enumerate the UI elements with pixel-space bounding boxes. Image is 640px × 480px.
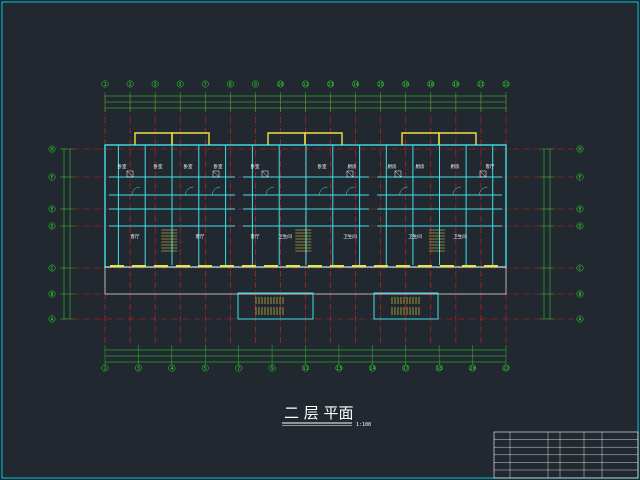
room-label: 客厅 bbox=[196, 233, 205, 240]
axis-bubble-left: A bbox=[50, 317, 53, 323]
axis-bubble-left: E bbox=[50, 207, 53, 213]
drawing-title: 二 层 平面 1:100 bbox=[282, 404, 371, 428]
axis-bubble-top: 15 bbox=[378, 82, 384, 88]
axis-bubble-top: 11 bbox=[302, 82, 308, 88]
room-label: 卫生间 bbox=[343, 233, 357, 240]
room-label: 厨房 bbox=[348, 163, 357, 170]
door-swing bbox=[319, 186, 328, 196]
room-label: 卧室 bbox=[184, 163, 193, 170]
axis-bubble-bottom: 18 bbox=[436, 366, 442, 372]
axis-bubble-top: 16 bbox=[403, 82, 409, 88]
axis-bubble-top: 9 bbox=[254, 82, 257, 88]
axis-bubble-top: 21 bbox=[478, 82, 484, 88]
door-swing bbox=[131, 186, 140, 196]
floor-plan: 卧室 卧室 卧室 卧室 卧室 卧室 厨房 厨房 厨房 厨房 客厅客厅 客厅 客厅 卫生间 卫生间 卫生间 卫生间 bbox=[104, 132, 507, 320]
room-label: 客厅 bbox=[486, 163, 495, 170]
room-label: 卫生间 bbox=[278, 233, 292, 240]
axis-bubble-left: H bbox=[50, 147, 53, 153]
axis-bubble-left: F bbox=[50, 175, 53, 181]
title-block bbox=[493, 431, 639, 479]
title-block-frame bbox=[493, 431, 639, 479]
room-label: 客厅 bbox=[251, 233, 260, 240]
axis-bubble-left: D bbox=[50, 224, 53, 230]
axis-bubble-bottom: 1 bbox=[103, 366, 106, 372]
axis-bubble-bottom: 17 bbox=[403, 366, 409, 372]
axis-bubble-top: 10 bbox=[277, 82, 283, 88]
door-swing bbox=[345, 186, 355, 196]
axis-bubble-right: H bbox=[578, 147, 581, 153]
axis-bubble-top: 7 bbox=[204, 82, 207, 88]
axis-bubble-top: 1 bbox=[103, 82, 106, 88]
axis-bubble-right: F bbox=[578, 175, 581, 181]
room-label: 厨房 bbox=[416, 163, 425, 170]
door-swing bbox=[399, 186, 408, 196]
cad-drawing-sheet: 卧室 卧室 卧室 卧室 卧室 卧室 厨房 厨房 厨房 厨房 客厅 客厅 客厅 客厅 卫生间 卫生间 卫生间 卫生间… bbox=[0, 0, 640, 480]
axis-bubble-bottom: 13 bbox=[336, 366, 342, 372]
door-swing bbox=[479, 186, 488, 196]
room-label: 厨房 bbox=[388, 163, 397, 170]
axis-bubble-left: B bbox=[50, 292, 53, 298]
axis-bubble-bottom: 7 bbox=[237, 366, 240, 372]
drawing-title-text: 二 层 平面 bbox=[284, 404, 354, 422]
axis-bubble-right: D bbox=[578, 224, 581, 230]
door-swing bbox=[211, 186, 221, 196]
axis-bubble-top: 5 bbox=[179, 82, 182, 88]
axis-bubble-right: C bbox=[578, 266, 581, 272]
drawing-scale: 1:100 bbox=[356, 422, 371, 428]
balcony bbox=[401, 132, 440, 145]
fixture bbox=[394, 170, 402, 178]
axis-bubble-right: E bbox=[578, 207, 581, 213]
axis-bubble-bottom: 22 bbox=[503, 366, 509, 372]
axis-bubble-bottom: 5 bbox=[204, 366, 207, 372]
axis-bubble-bottom: 14 bbox=[369, 366, 375, 372]
axis-bubble-top: 2 bbox=[129, 82, 132, 88]
fixture bbox=[346, 170, 354, 178]
room-label: 卧室 bbox=[318, 163, 327, 170]
balcony bbox=[134, 132, 173, 145]
balcony bbox=[171, 132, 210, 145]
door-swing bbox=[265, 186, 274, 196]
axis-bubble-top: 13 bbox=[328, 82, 334, 88]
balcony bbox=[267, 132, 306, 145]
axis-bubble-bottom: 20 bbox=[470, 366, 476, 372]
balcony bbox=[438, 132, 477, 145]
axis-bubble-right: A bbox=[578, 317, 581, 323]
axis-bubble-top: 22 bbox=[503, 82, 509, 88]
axis-bubble-top: 14 bbox=[353, 82, 359, 88]
room-label: 卫生间 bbox=[408, 233, 422, 240]
room-label: 卧室 bbox=[251, 163, 260, 170]
room-label: 厨房 bbox=[451, 163, 460, 170]
axis-bubble-bottom: 3 bbox=[137, 366, 140, 372]
axis-bubble-top: 8 bbox=[229, 82, 232, 88]
room-label: 客厅 bbox=[131, 233, 140, 240]
axis-bubble-left: C bbox=[50, 266, 53, 272]
fixture bbox=[212, 170, 220, 178]
fixture bbox=[261, 170, 269, 178]
room-label: 卧室 bbox=[118, 163, 127, 170]
axis-bubble-right: B bbox=[578, 292, 581, 298]
room-label: 卫生间 bbox=[453, 233, 467, 240]
axis-bubble-bottom: 9 bbox=[271, 366, 274, 372]
axis-bubble-bottom: 11 bbox=[302, 366, 308, 372]
door-swing bbox=[185, 186, 194, 196]
door-swing bbox=[452, 186, 461, 196]
stair-tower bbox=[237, 292, 314, 320]
room-label: 卧室 bbox=[154, 163, 163, 170]
room-label: 卧室 bbox=[214, 163, 223, 170]
axis-bubble-top: 18 bbox=[428, 82, 434, 88]
balcony bbox=[304, 132, 343, 145]
axis-bubble-bottom: 4 bbox=[170, 366, 173, 372]
axis-bubble-top: 19 bbox=[453, 82, 459, 88]
axis-bubble-top: 3 bbox=[154, 82, 157, 88]
